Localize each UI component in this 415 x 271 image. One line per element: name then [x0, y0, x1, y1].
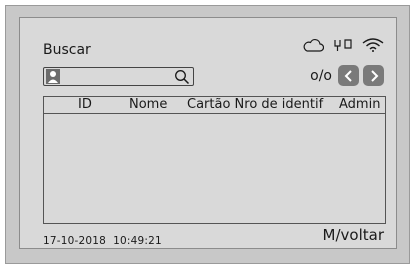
device-screen: Buscar o/o ID Nome Cartão Nro de identif… [19, 17, 397, 249]
cloud-icon [302, 38, 324, 52]
column-header-card-number: Cartão Nro de identif [187, 97, 324, 112]
status-bar [302, 38, 384, 52]
network-icon [333, 38, 353, 52]
column-header-nome: Nome [129, 97, 168, 112]
chevron-left-icon [344, 69, 352, 82]
next-page-button[interactable] [363, 65, 384, 86]
column-header-id: ID [78, 97, 92, 112]
table-header: ID Nome Cartão Nro de identif Admin [44, 97, 385, 114]
pager: o/o [310, 65, 384, 86]
page-title: Buscar [43, 42, 91, 58]
datetime: 17-10-2018 10:49:21 [43, 235, 162, 247]
wifi-icon [362, 38, 384, 52]
user-icon [46, 69, 60, 84]
chevron-right-icon [370, 69, 378, 82]
search-input[interactable] [43, 67, 194, 86]
search-icon[interactable] [174, 69, 190, 89]
time: 10:49:21 [113, 235, 162, 247]
date: 17-10-2018 [43, 235, 107, 247]
result-count: o/o [310, 67, 332, 84]
column-header-admin: Admin [339, 97, 381, 112]
back-hint: M/voltar [322, 226, 384, 244]
previous-page-button[interactable] [338, 65, 359, 86]
user-table: ID Nome Cartão Nro de identif Admin [43, 96, 386, 224]
